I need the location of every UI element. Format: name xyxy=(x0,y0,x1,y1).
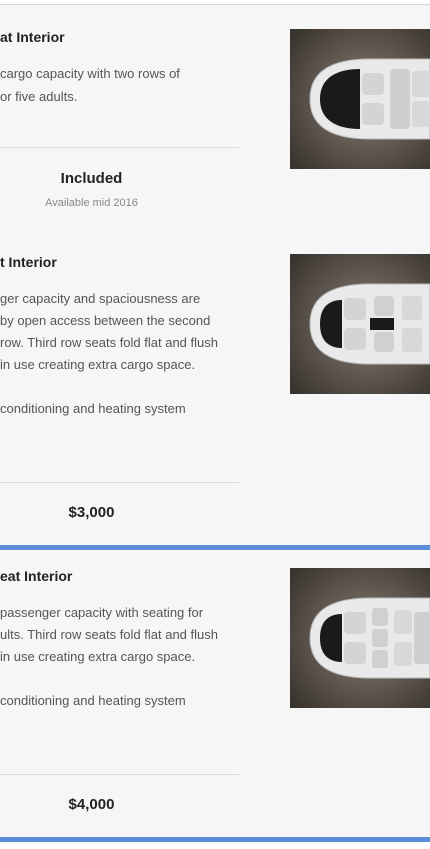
option-availability: Available mid 2016 xyxy=(45,197,138,209)
option-card-six-seat[interactable]: t Interior ger capacity and spaciousness… xyxy=(0,230,430,550)
car-interior-seven-seat-icon xyxy=(290,568,430,708)
option-description-line: conditioning and heating system xyxy=(0,693,186,708)
option-description-line: conditioning and heating system xyxy=(0,401,186,416)
divider xyxy=(0,482,239,483)
option-description-line: in use creating extra cargo space. xyxy=(0,649,196,664)
option-description-line: row. Third row seats fold flat and flush xyxy=(0,335,218,350)
option-description-line: ger capacity and spaciousness are xyxy=(0,291,201,306)
divider xyxy=(0,774,239,775)
option-price: Included xyxy=(60,170,123,187)
option-description-line: or five adults. xyxy=(0,89,78,104)
divider xyxy=(0,147,239,148)
car-interior-six-seat-icon xyxy=(290,254,430,394)
option-title: t Interior xyxy=(0,254,57,270)
option-card-seven-seat[interactable]: eat Interior passenger capacity with sea… xyxy=(0,550,430,842)
option-description-line: by open access between the second xyxy=(0,313,211,328)
option-price: $4,000 xyxy=(68,796,115,813)
option-card-five-seat[interactable]: at Interior cargo capacity with two rows… xyxy=(0,4,430,230)
option-title: at Interior xyxy=(0,29,65,45)
option-description-line: in use creating extra cargo space. xyxy=(0,357,196,372)
option-title: eat Interior xyxy=(0,568,73,584)
option-price: $3,000 xyxy=(68,504,115,521)
option-description-line: passenger capacity with seating for xyxy=(0,605,204,620)
car-interior-five-seat-icon xyxy=(290,29,430,169)
option-description-line: ults. Third row seats fold flat and flus… xyxy=(0,627,218,642)
option-description-line: cargo capacity with two rows of xyxy=(0,66,180,81)
